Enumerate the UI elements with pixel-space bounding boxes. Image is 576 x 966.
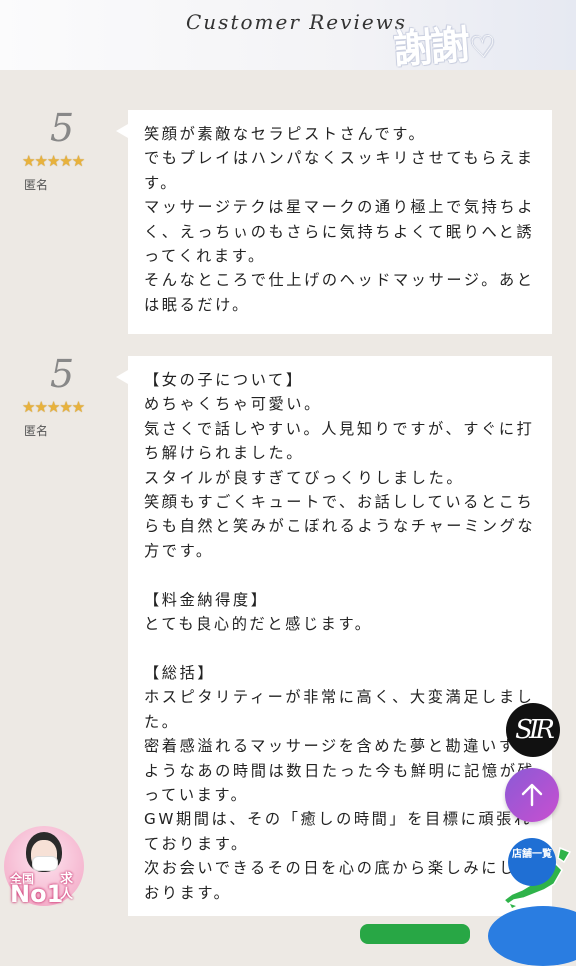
review-card: 【女の子について】 めちゃくちゃ可愛い。 気さくで話しやすい。人見知りですが、す…: [116, 356, 552, 916]
rating-number: 5: [50, 352, 75, 396]
review-author: 匿名: [24, 424, 49, 438]
star-rating: ★★★★★: [22, 152, 85, 170]
section-title: Customer Reviews: [186, 10, 408, 34]
review-meta: 5 ★★★★★ 匿名: [22, 106, 108, 196]
recruit-banner[interactable]: 全国 No1 求人: [4, 826, 86, 908]
review-text: 笑顔が素敵なセラピストさんです。 でもプレイはハンパなくスッキリさせてもらえます…: [144, 125, 536, 314]
brand-logo[interactable]: SIR: [506, 703, 560, 757]
scroll-to-top-button[interactable]: [505, 768, 559, 822]
star-rating: ★★★★★: [22, 398, 85, 416]
recruit-label-jobs: 求人: [60, 872, 74, 902]
bottom-nav-button[interactable]: [488, 906, 576, 966]
rating-number: 5: [50, 106, 75, 150]
review-card: 笑顔が素敵なセラピストさんです。 でもプレイはハンパなくスッキリさせてもらえます…: [116, 110, 552, 334]
arrow-up-icon: [521, 783, 543, 807]
recruit-avatar-mask: [32, 856, 58, 871]
thanks-decoration: 謝謝♡: [391, 22, 495, 74]
bottom-action-button[interactable]: [360, 924, 470, 944]
review-author: 匿名: [24, 178, 49, 192]
recruit-label-no1: No1: [10, 880, 64, 908]
page-header: Customer Reviews 謝謝♡: [0, 0, 576, 73]
store-list-button[interactable]: 店舗一覧: [508, 838, 556, 886]
review-text: 【女の子について】 めちゃくちゃ可愛い。 気さくで話しやすい。人見知りですが、す…: [144, 371, 536, 902]
review-meta: 5 ★★★★★ 匿名: [22, 352, 108, 442]
